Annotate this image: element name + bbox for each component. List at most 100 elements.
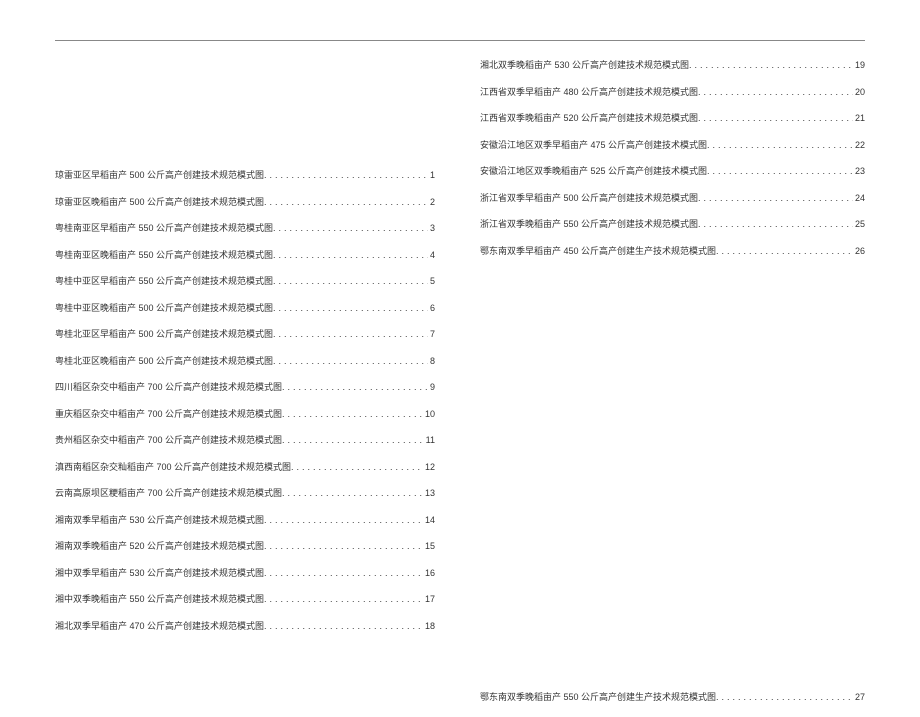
toc-page-number: 17 (423, 594, 435, 604)
toc-page-number: 21 (853, 113, 865, 123)
toc-page-number: 23 (853, 166, 865, 176)
toc-title: 湘北双季早稻亩产 470 公斤高产创建技术规范模式图 (55, 619, 264, 632)
toc-leader-dots (282, 409, 423, 419)
toc-row: 湘中双季早稻亩产 530 公斤高产创建技术规范模式图 16 (55, 566, 435, 579)
toc-leader-dots (291, 462, 423, 472)
toc-title: 琼雷亚区早稻亩产 500 公斤高产创建技术规范模式图 (55, 168, 264, 181)
toc-row: 江西省双季晚稻亩产 520 公斤高产创建技术规范模式图 21 (480, 111, 865, 124)
toc-title: 滇西南稻区杂交籼稻亩产 700 公斤高产创建技术规范模式图 (55, 460, 291, 473)
toc-leader-dots (273, 303, 428, 313)
toc-page-number: 25 (853, 219, 865, 229)
toc-leader-dots (264, 541, 423, 551)
toc-row: 湘中双季晚稻亩产 550 公斤高产创建技术规范模式图 17 (55, 592, 435, 605)
toc-leader-dots (707, 140, 853, 150)
toc-title: 湘南双季晚稻亩产 520 公斤高产创建技术规范模式图 (55, 539, 264, 552)
toc-page-number: 11 (424, 435, 435, 445)
toc-leader-dots (698, 113, 853, 123)
toc-row: 贵州稻区杂交中稻亩产 700 公斤高产创建技术规范模式图11 (55, 433, 435, 446)
toc-title: 粤桂南亚区晚稻亩产 550 公斤高产创建技术规范模式图 (55, 248, 273, 261)
toc-leader-dots (273, 356, 428, 366)
toc-leader-dots (689, 60, 853, 70)
toc-row: 湘南双季早稻亩产 530 公斤高产创建技术规范模式图 14 (55, 513, 435, 526)
horizontal-rule (55, 40, 865, 41)
toc-leader-dots (707, 166, 853, 176)
toc-leader-dots (273, 250, 428, 260)
toc-title: 安徽沿江地区双季晚稻亩产 525 公斤高产创建技术模式图 (480, 164, 707, 177)
toc-title: 湘南双季早稻亩产 530 公斤高产创建技术规范模式图 (55, 513, 264, 526)
toc-page-number: 14 (423, 515, 435, 525)
toc-leader-dots (282, 382, 428, 392)
toc-page-number: 6 (428, 303, 435, 313)
toc-row: 滇西南稻区杂交籼稻亩产 700 公斤高产创建技术规范模式图 12 (55, 460, 435, 473)
toc-title: 湘中双季晚稻亩产 550 公斤高产创建技术规范模式图 (55, 592, 264, 605)
toc-page-number: 12 (423, 462, 435, 472)
toc-leader-dots (273, 329, 428, 339)
toc-leader-dots (273, 223, 428, 233)
toc-title: 鄂东南双季晚稻亩产 550 公斤高产创建生产技术规范模式图 (480, 690, 716, 703)
toc-title: 粤桂中亚区早稻亩产 550 公斤高产创建技术规范模式图 (55, 274, 273, 287)
toc-row: 鄂东南双季早稻亩产 450 公斤高产创建生产技术规范模式图26 (480, 244, 865, 257)
toc-page-number: 15 (423, 541, 435, 551)
toc-title: 江西省双季早稻亩产 480 公斤高产创建技术规范模式图 (480, 85, 698, 98)
toc-page-number: 7 (428, 329, 435, 339)
toc-leader-dots (264, 197, 428, 207)
toc-leader-dots (264, 594, 423, 604)
toc-row: 云南高原坝区粳稻亩产 700 公斤高产创建技术规范模式图13 (55, 486, 435, 499)
toc-title: 重庆稻区杂交中稻亩产 700 公斤高产创建技术规范模式图 (55, 407, 282, 420)
toc-page-number: 20 (853, 87, 865, 97)
toc-row: 粤桂南亚区晚稻亩产 550 公斤高产创建技术规范模式图 4 (55, 248, 435, 261)
toc-page-number: 16 (423, 568, 435, 578)
toc-title: 粤桂中亚区晚稻亩产 500 公斤高产创建技术规范模式图 (55, 301, 273, 314)
toc-title: 湘北双季晚稻亩产 530 公斤高产创建技术规范模式图 (480, 58, 689, 71)
toc-leader-dots (698, 87, 853, 97)
toc-page-number: 9 (428, 382, 435, 392)
toc-title: 安徽沿江地区双季早稻亩产 475 公斤高产创建技术模式图 (480, 138, 707, 151)
toc-title: 粤桂南亚区早稻亩产 550 公斤高产创建技术规范模式图 (55, 221, 273, 234)
toc-row: 四川稻区杂交中稻亩产 700 公斤高产创建技术规范模式图 9 (55, 380, 435, 393)
toc-page-number: 4 (428, 250, 435, 260)
toc-page-number: 18 (423, 621, 435, 631)
toc-row: 粤桂南亚区早稻亩产 550 公斤高产创建技术规范模式图 3 (55, 221, 435, 234)
toc-row: 鄂东南双季晚稻亩产 550 公斤高产创建生产技术规范模式图 27 (480, 690, 865, 703)
toc-page-number: 2 (428, 197, 435, 207)
toc-title: 琼雷亚区晚稻亩产 500 公斤高产创建技术规范模式图 (55, 195, 264, 208)
toc-columns: 琼雷亚区早稻亩产 500 公斤高产创建技术规范模式图 1 琼雷亚区晚稻亩产 500 … (0, 0, 920, 717)
toc-title: 浙江省双季早稻亩产 500 公斤高产创建技术规范模式图 (480, 191, 698, 204)
toc-row: 浙江省双季晚稻亩产 550 公斤高产创建技术规范模式图 25 (480, 217, 865, 230)
toc-leader-dots (264, 568, 423, 578)
toc-page-number: 3 (428, 223, 435, 233)
toc-page-number: 19 (853, 60, 865, 70)
toc-page-number: 13 (423, 488, 435, 498)
toc-leader-dots (716, 246, 853, 256)
toc-leader-dots (282, 435, 424, 445)
toc-title: 江西省双季晚稻亩产 520 公斤高产创建技术规范模式图 (480, 111, 698, 124)
toc-leader-dots (264, 170, 428, 180)
toc-row: 粤桂北亚区早稻亩产 500 公斤高产创建技术规范模式图 7 (55, 327, 435, 340)
toc-page-number: 1 (428, 170, 435, 180)
toc-row: 粤桂中亚区早稻亩产 550 公斤高产创建技术规范模式图 5 (55, 274, 435, 287)
toc-title: 湘中双季早稻亩产 530 公斤高产创建技术规范模式图 (55, 566, 264, 579)
toc-row: 琼雷亚区早稻亩产 500 公斤高产创建技术规范模式图 1 (55, 168, 435, 181)
toc-row: 重庆稻区杂交中稻亩产 700 公斤高产创建技术规范模式图 10 (55, 407, 435, 420)
toc-row: 琼雷亚区晚稻亩产 500 公斤高产创建技术规范模式图 2 (55, 195, 435, 208)
toc-page-number: 27 (853, 692, 865, 702)
toc-leader-dots (273, 276, 428, 286)
toc-page-number: 5 (428, 276, 435, 286)
toc-title: 鄂东南双季早稻亩产 450 公斤高产创建生产技术规范模式图 (480, 244, 716, 257)
toc-leader-dots (698, 193, 853, 203)
toc-page-number: 22 (853, 140, 865, 150)
toc-row: 湘北双季早稻亩产 470 公斤高产创建技术规范模式图 18 (55, 619, 435, 632)
toc-leader-dots (716, 692, 853, 702)
toc-row: 安徽沿江地区双季晚稻亩产 525 公斤高产创建技术模式图 23 (480, 164, 865, 177)
toc-right-column: 湘北双季晚稻亩产 530 公斤高产创建技术规范模式图 19 江西省双季早稻亩产 48… (460, 58, 865, 717)
toc-title: 四川稻区杂交中稻亩产 700 公斤高产创建技术规范模式图 (55, 380, 282, 393)
toc-page-number: 10 (423, 409, 435, 419)
toc-leader-dots (264, 515, 423, 525)
toc-row: 安徽沿江地区双季早稻亩产 475 公斤高产创建技术模式图 22 (480, 138, 865, 151)
toc-title: 浙江省双季晚稻亩产 550 公斤高产创建技术规范模式图 (480, 217, 698, 230)
toc-leader-dots (282, 488, 423, 498)
toc-row: 湘北双季晚稻亩产 530 公斤高产创建技术规范模式图 19 (480, 58, 865, 71)
toc-title: 粤桂北亚区晚稻亩产 500 公斤高产创建技术规范模式图 (55, 354, 273, 367)
toc-title: 粤桂北亚区早稻亩产 500 公斤高产创建技术规范模式图 (55, 327, 273, 340)
toc-row: 江西省双季早稻亩产 480 公斤高产创建技术规范模式图 20 (480, 85, 865, 98)
